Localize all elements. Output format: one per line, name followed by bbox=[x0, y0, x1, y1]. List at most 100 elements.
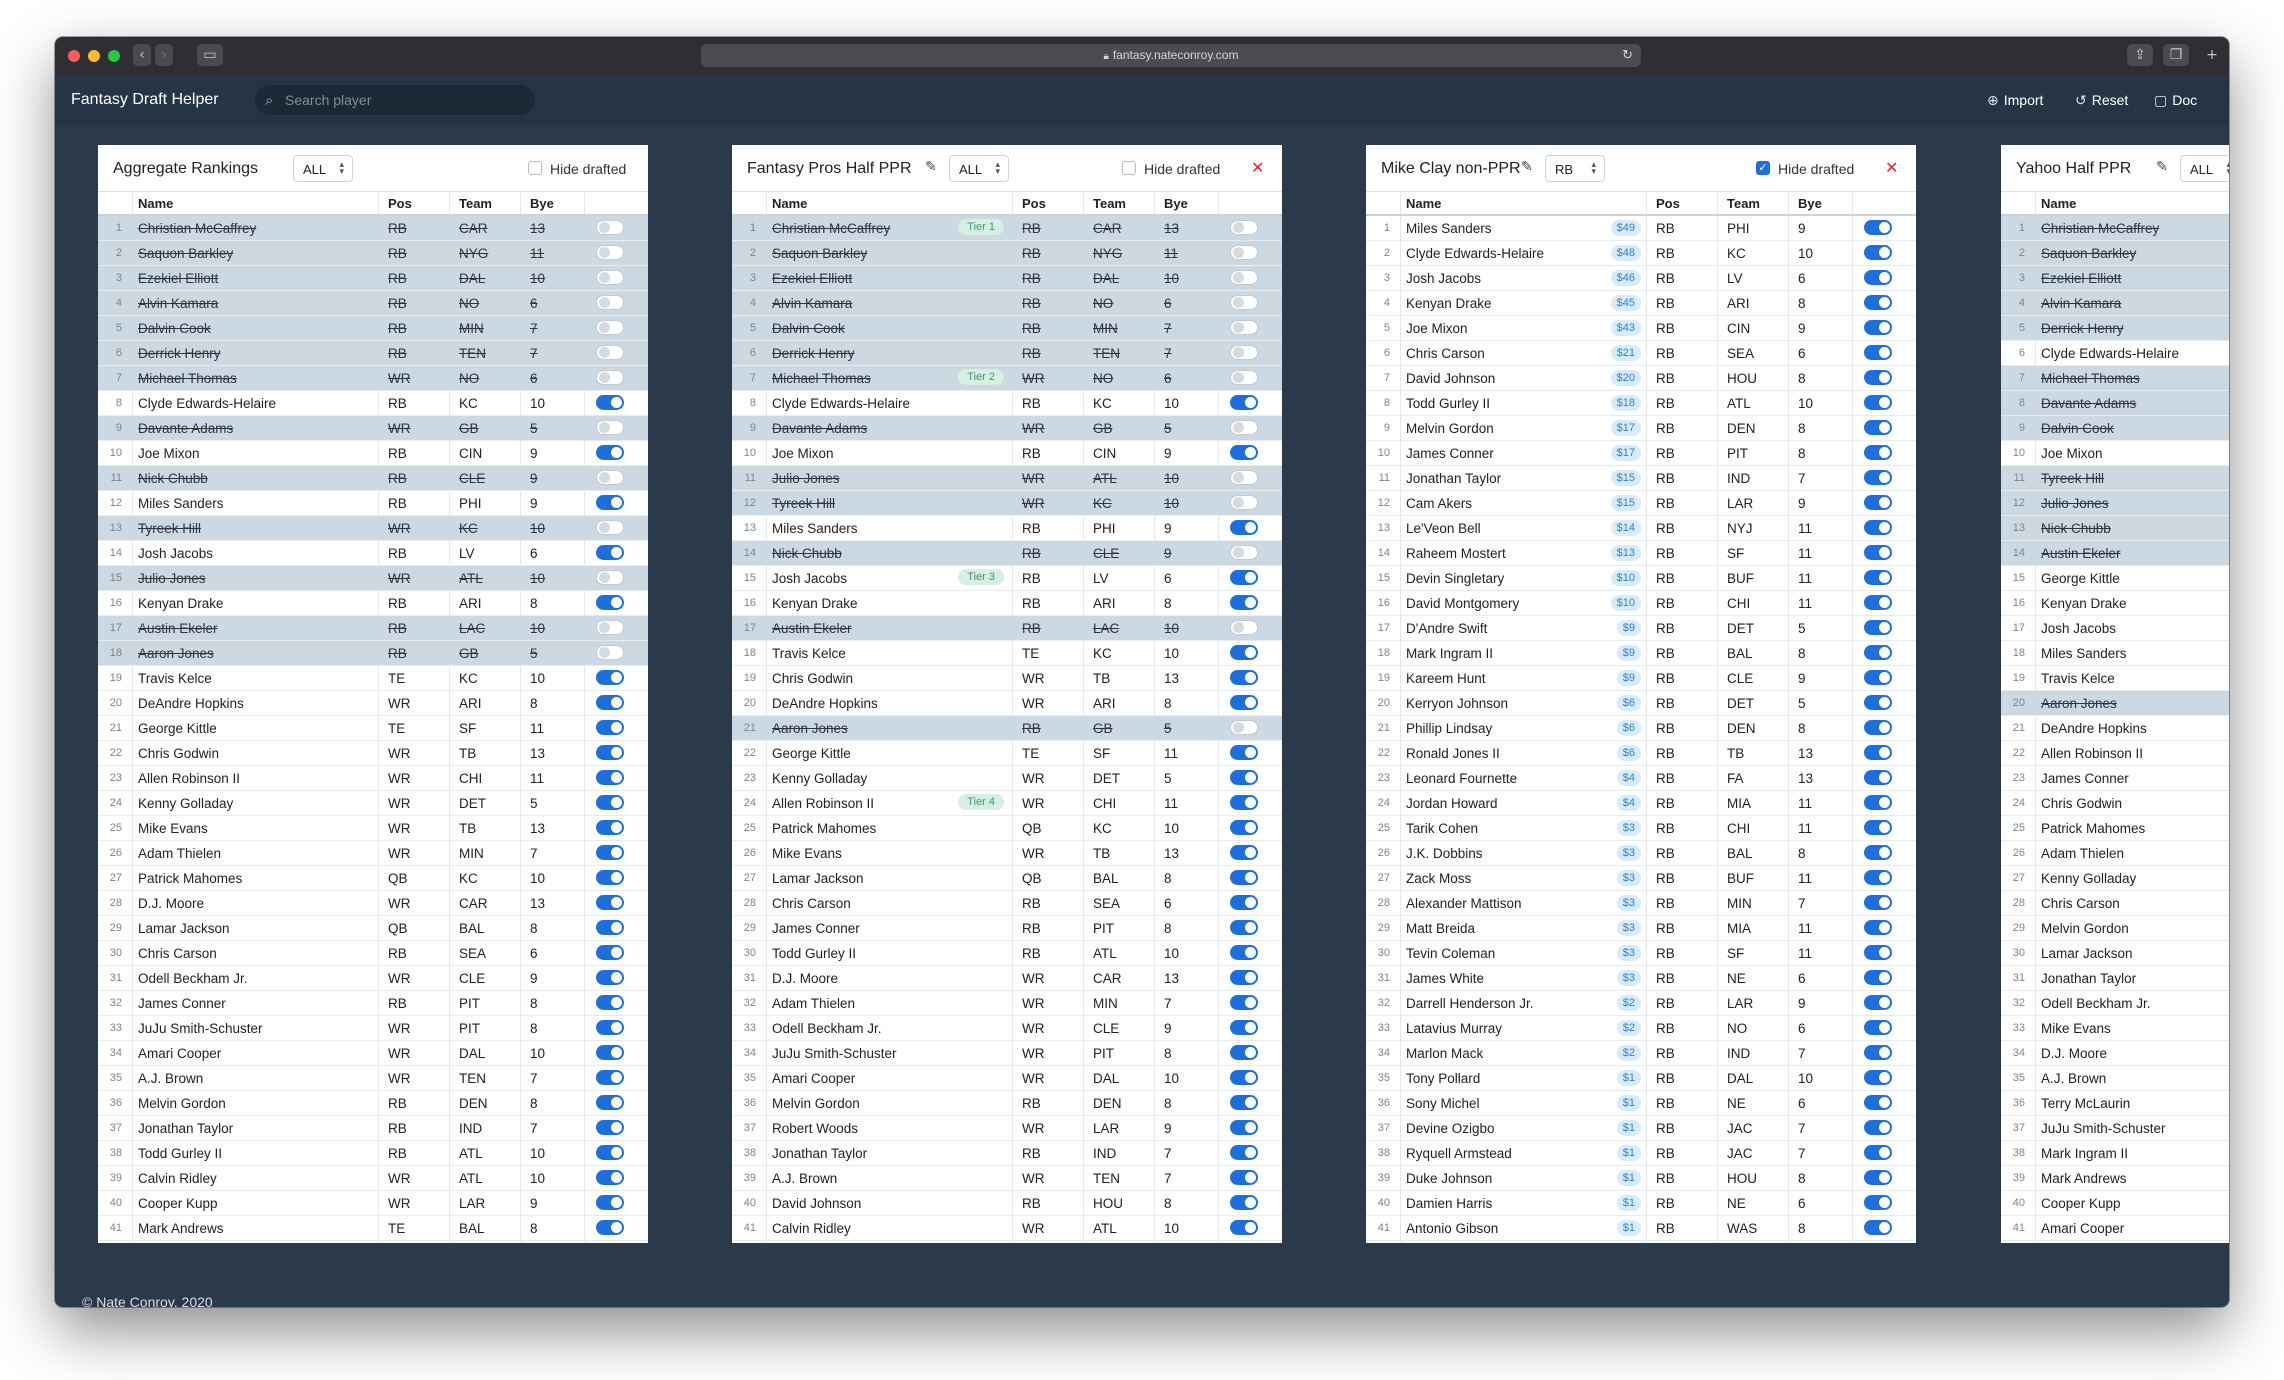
table-row[interactable]: 10 Joe Mixon RB CIN 9 bbox=[732, 441, 1282, 466]
table-row[interactable]: 25 Patrick Mahomes bbox=[2001, 816, 2229, 841]
available-toggle[interactable] bbox=[1230, 670, 1258, 685]
table-row[interactable]: 9 Dalvin Cook bbox=[2001, 416, 2229, 441]
table-row[interactable]: 31 James White RB NE 6 $3 bbox=[1366, 966, 1916, 991]
table-row[interactable]: 29 Lamar Jackson QB BAL 8 bbox=[98, 916, 648, 941]
table-row[interactable]: 19 Travis Kelce TE KC 10 bbox=[98, 666, 648, 691]
table-row[interactable]: 12 Julio Jones bbox=[2001, 491, 2229, 516]
available-toggle[interactable] bbox=[1864, 295, 1892, 310]
table-row[interactable]: 31 Odell Beckham Jr. WR CLE 9 bbox=[98, 966, 648, 991]
table-row[interactable]: 22 George Kittle TE SF 11 bbox=[732, 741, 1282, 766]
available-toggle[interactable] bbox=[1864, 1145, 1892, 1160]
table-row[interactable]: 40 Cooper Kupp WR LAR 9 bbox=[98, 1191, 648, 1216]
table-row[interactable]: 3 Josh Jacobs RB LV 6 $46 bbox=[1366, 266, 1916, 291]
table-row[interactable]: 40 Cooper Kupp bbox=[2001, 1191, 2229, 1216]
available-toggle[interactable] bbox=[1864, 370, 1892, 385]
table-row[interactable]: 1 Miles Sanders RB PHI 9 $49 bbox=[1366, 216, 1916, 241]
table-row[interactable]: 14 Raheem Mostert RB SF 11 $13 bbox=[1366, 541, 1916, 566]
address-bar[interactable]: 🔒︎ fantasy.nateconroy.com ↻ bbox=[701, 44, 1641, 67]
available-toggle[interactable] bbox=[1230, 1095, 1258, 1110]
table-row[interactable]: 25 Patrick Mahomes QB KC 10 bbox=[732, 816, 1282, 841]
table-row[interactable]: 39 Mark Andrews bbox=[2001, 1166, 2229, 1191]
table-row[interactable]: 16 Kenyan Drake RB ARI 8 bbox=[732, 591, 1282, 616]
table-row[interactable]: 24 Kenny Golladay WR DET 5 bbox=[98, 791, 648, 816]
available-toggle[interactable] bbox=[1864, 320, 1892, 335]
table-row[interactable]: 15 Julio Jones WR ATL 10 bbox=[98, 566, 648, 591]
hide-drafted-checkbox[interactable]: ✓ bbox=[1756, 161, 1770, 175]
table-row[interactable]: 29 Matt Breida RB MIA 11 $3 bbox=[1366, 916, 1916, 941]
table-row[interactable]: 39 Duke Johnson RB HOU 8 $1 bbox=[1366, 1166, 1916, 1191]
table-row[interactable]: 2 Saquon Barkley bbox=[2001, 241, 2229, 266]
available-toggle[interactable] bbox=[596, 995, 624, 1010]
available-toggle[interactable] bbox=[596, 270, 624, 285]
available-toggle[interactable] bbox=[1864, 1020, 1892, 1035]
table-row[interactable]: 21 George Kittle TE SF 11 bbox=[98, 716, 648, 741]
available-toggle[interactable] bbox=[1864, 220, 1892, 235]
table-row[interactable]: 14 Josh Jacobs RB LV 6 bbox=[98, 541, 648, 566]
available-toggle[interactable] bbox=[1864, 420, 1892, 435]
reset-button[interactable]: ↺ Reset bbox=[2075, 92, 2128, 109]
table-row[interactable]: 17 D'Andre Swift RB DET 5 $9 bbox=[1366, 616, 1916, 641]
table-row[interactable]: 1 Christian McCaffrey RB CAR 13 bbox=[98, 216, 648, 241]
available-toggle[interactable] bbox=[1230, 370, 1258, 385]
table-row[interactable]: 18 Mark Ingram II RB BAL 8 $9 bbox=[1366, 641, 1916, 666]
available-toggle[interactable] bbox=[1230, 295, 1258, 310]
available-toggle[interactable] bbox=[596, 620, 624, 635]
table-row[interactable]: 23 Kenny Golladay WR DET 5 bbox=[732, 766, 1282, 791]
table-row[interactable]: 18 Aaron Jones RB GB 5 bbox=[98, 641, 648, 666]
available-toggle[interactable] bbox=[596, 495, 624, 510]
table-row[interactable]: 13 Le'Veon Bell RB NYJ 11 $14 bbox=[1366, 516, 1916, 541]
table-row[interactable]: 16 Kenyan Drake bbox=[2001, 591, 2229, 616]
available-toggle[interactable] bbox=[1864, 770, 1892, 785]
close-window-button[interactable] bbox=[68, 50, 80, 62]
table-row[interactable]: 11 Jonathan Taylor RB IND 7 $15 bbox=[1366, 466, 1916, 491]
hide-drafted-checkbox[interactable] bbox=[528, 161, 542, 175]
table-row[interactable]: 33 JuJu Smith-Schuster WR PIT 8 bbox=[98, 1016, 648, 1041]
doc-button[interactable]: ▢ Doc bbox=[2154, 92, 2197, 109]
table-row[interactable]: 29 James Conner RB PIT 8 bbox=[732, 916, 1282, 941]
table-row[interactable]: 35 A.J. Brown WR TEN 7 bbox=[98, 1066, 648, 1091]
column-header-team[interactable]: Team bbox=[1093, 196, 1126, 211]
available-toggle[interactable] bbox=[1230, 545, 1258, 560]
available-toggle[interactable] bbox=[596, 670, 624, 685]
table-row[interactable]: 42Tyler Lockett bbox=[2001, 1241, 2229, 1243]
table-row[interactable]: 35 Tony Pollard RB DAL 10 $1 bbox=[1366, 1066, 1916, 1091]
available-toggle[interactable] bbox=[596, 1145, 624, 1160]
table-row[interactable]: 17 Josh Jacobs bbox=[2001, 616, 2229, 641]
table-row[interactable]: 32 James Conner RB PIT 8 bbox=[98, 991, 648, 1016]
table-row[interactable]: 33 Latavius Murray RB NO 6 $2 bbox=[1366, 1016, 1916, 1041]
table-row[interactable]: 34 Amari Cooper WR DAL 10 bbox=[98, 1041, 648, 1066]
table-row[interactable]: 34 JuJu Smith-Schuster WR PIT 8 bbox=[732, 1041, 1282, 1066]
table-row[interactable]: 25 Mike Evans WR TB 13 bbox=[98, 816, 648, 841]
available-toggle[interactable] bbox=[1230, 820, 1258, 835]
column-header-team[interactable]: Team bbox=[1727, 196, 1760, 211]
available-toggle[interactable] bbox=[1230, 695, 1258, 710]
table-row[interactable]: 7 Michael Thomas bbox=[2001, 366, 2229, 391]
table-row[interactable]: 36 Sony Michel RB NE 6 $1 bbox=[1366, 1091, 1916, 1116]
close-panel-icon[interactable]: ✕ bbox=[1885, 158, 1898, 177]
table-row[interactable]: 19 Chris Godwin WR TB 13 bbox=[732, 666, 1282, 691]
table-row[interactable]: 22 Ronald Jones II RB TB 13 $6 bbox=[1366, 741, 1916, 766]
available-toggle[interactable] bbox=[1864, 1170, 1892, 1185]
table-row[interactable]: 40 Damien Harris RB NE 6 $1 bbox=[1366, 1191, 1916, 1216]
available-toggle[interactable] bbox=[1230, 920, 1258, 935]
table-row[interactable]: 36 Melvin Gordon RB DEN 8 bbox=[98, 1091, 648, 1116]
table-row[interactable]: 32 Adam Thielen WR MIN 7 bbox=[732, 991, 1282, 1016]
available-toggle[interactable] bbox=[596, 795, 624, 810]
table-row[interactable]: 34 D.J. Moore bbox=[2001, 1041, 2229, 1066]
available-toggle[interactable] bbox=[596, 945, 624, 960]
table-row[interactable]: 4 Alvin Kamara bbox=[2001, 291, 2229, 316]
available-toggle[interactable] bbox=[1230, 795, 1258, 810]
table-row[interactable]: 33 Odell Beckham Jr. WR CLE 9 bbox=[732, 1016, 1282, 1041]
available-toggle[interactable] bbox=[1864, 495, 1892, 510]
table-row[interactable]: 31 Jonathan Taylor bbox=[2001, 966, 2229, 991]
available-toggle[interactable] bbox=[596, 420, 624, 435]
available-toggle[interactable] bbox=[596, 895, 624, 910]
available-toggle[interactable] bbox=[1864, 1120, 1892, 1135]
table-row[interactable]: 35 A.J. Brown bbox=[2001, 1066, 2229, 1091]
available-toggle[interactable] bbox=[596, 1195, 624, 1210]
available-toggle[interactable] bbox=[1230, 770, 1258, 785]
table-row[interactable]: 19 Travis Kelce bbox=[2001, 666, 2229, 691]
available-toggle[interactable] bbox=[1230, 1020, 1258, 1035]
column-header-pos[interactable]: Pos bbox=[1022, 196, 1046, 211]
table-row[interactable]: 9 Melvin Gordon RB DEN 8 $17 bbox=[1366, 416, 1916, 441]
